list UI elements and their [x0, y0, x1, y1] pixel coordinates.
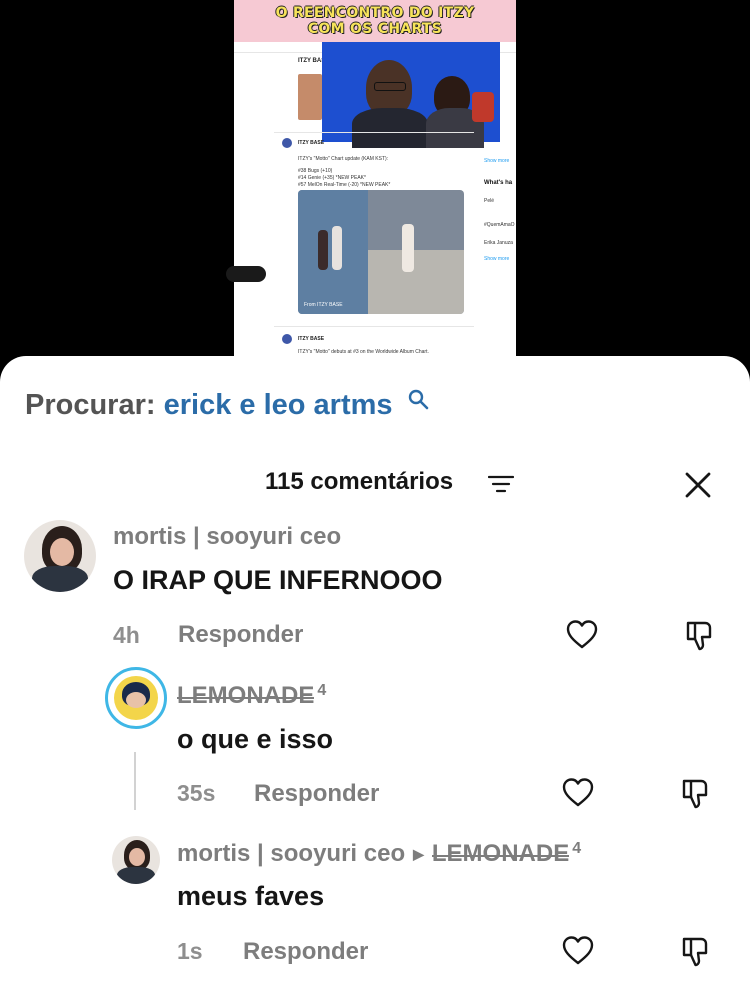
reply-username-text: mortis | sooyuri ceo: [177, 840, 406, 867]
tweet-line-1: ITZY's "Motto" Chart update (KAM KST):: [298, 156, 389, 162]
dislike-icon[interactable]: [679, 934, 713, 968]
search-suggestion[interactable]: Procurar: erick e leo artms: [25, 389, 393, 422]
tweet2-line: ITZY's "Motto" debuts at #3 on the World…: [298, 349, 429, 355]
tweet-avatar: [282, 138, 292, 148]
reply-button[interactable]: Responder: [254, 780, 379, 808]
comment-username[interactable]: mortis | sooyuri ceo: [113, 523, 341, 551]
tweet-line-3: #14 Genie (+35) *NEW PEAK*: [298, 175, 366, 181]
reply-arrow-icon: ▶: [413, 846, 424, 863]
reply-button[interactable]: Responder: [178, 621, 303, 649]
tweet-media-image: From ITZY BASE: [298, 190, 464, 314]
sort-icon[interactable]: [488, 474, 514, 494]
comments-header: 115 comentários: [0, 462, 750, 502]
heart-icon[interactable]: [561, 776, 595, 810]
reply-username-text: LEMONADE: [177, 682, 315, 709]
comments-sheet: Procurar: erick e leo artms 115 comentár…: [0, 356, 750, 985]
reply-button[interactable]: Responder: [243, 938, 368, 966]
search-icon[interactable]: [407, 388, 431, 412]
tweet2-account-name: ITZY BASE: [298, 336, 325, 342]
media-caption: From ITZY BASE: [304, 302, 343, 308]
reply-username[interactable]: LEMONADE 4: [177, 682, 326, 710]
webcam-overlay: [322, 42, 500, 148]
video-banner: O REENCONTRO DO ITZY COM OS CHARTS: [234, 0, 516, 42]
heart-icon[interactable]: [561, 934, 595, 968]
show-more-2: Show more: [484, 256, 510, 262]
profile-thumb: [298, 74, 322, 120]
trend-3: Erika Januza: [484, 240, 513, 246]
comment-text: meus faves: [177, 881, 325, 911]
video-player[interactable]: O REENCONTRO DO ITZY COM OS CHARTS ITZY …: [0, 0, 750, 370]
comments-count: 115 comentários: [265, 468, 454, 495]
avatar[interactable]: [112, 836, 160, 884]
avatar[interactable]: [24, 520, 96, 592]
dislike-icon[interactable]: [679, 776, 713, 810]
reply-to-username[interactable]: LEMONADE: [431, 840, 570, 868]
video-frame: O REENCONTRO DO ITZY COM OS CHARTS ITZY …: [234, 0, 516, 356]
tweet-account-name-2: ITZY BASE: [298, 140, 325, 146]
dislike-icon[interactable]: [683, 618, 717, 652]
comment-time: 4h: [113, 622, 140, 648]
trends-header: What's ha: [484, 180, 513, 186]
comment-time: 35s: [177, 780, 216, 806]
trend-1: Pelé: [484, 198, 495, 204]
video-title-line2: COM OS CHARTS: [307, 21, 443, 37]
search-label: Procurar:: [25, 389, 156, 421]
video-title-line1: O REENCONTRO DO ITZY: [275, 5, 475, 21]
comment-text: o que e isso: [177, 724, 334, 754]
username-badge: 4: [572, 840, 582, 857]
tweet-line-4: #57 MelOn Real-Time (-20) *NEW PEAK*: [298, 182, 391, 188]
reply-username[interactable]: mortis | sooyuri ceo ▶ LEMONADE 4: [177, 840, 581, 868]
show-more-1: Show more: [484, 158, 510, 164]
close-icon[interactable]: [683, 470, 713, 500]
thread-line: [134, 752, 136, 810]
username-badge: 4: [317, 682, 327, 699]
trend-2: #QuemAmaO: [484, 222, 515, 228]
search-term-link[interactable]: erick e leo artms: [164, 389, 393, 421]
tweet-line-2: #38 Bugs (+10): [298, 168, 333, 174]
comment-time: 1s: [177, 938, 203, 964]
heart-icon[interactable]: [565, 618, 599, 652]
avatar[interactable]: [105, 667, 167, 729]
comment-text: O IRAP QUE INFERNOOO: [113, 565, 443, 595]
